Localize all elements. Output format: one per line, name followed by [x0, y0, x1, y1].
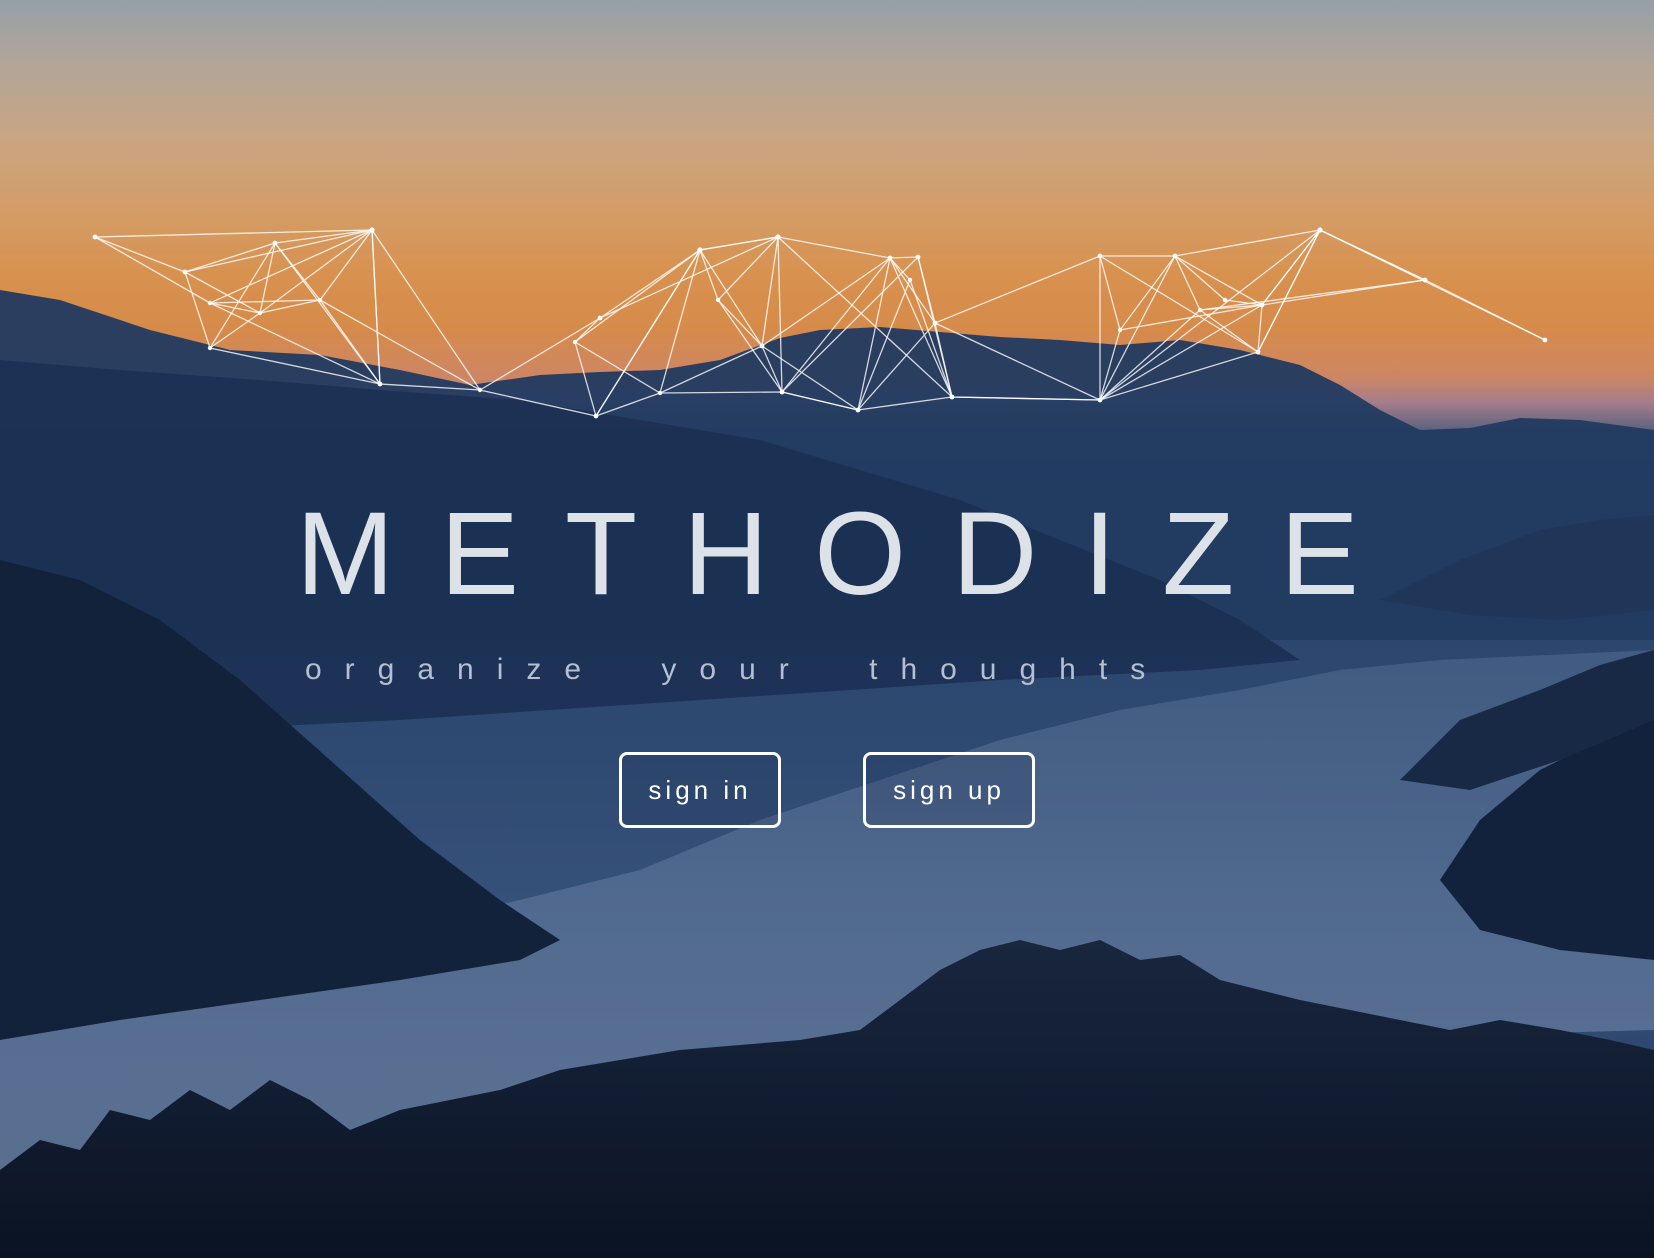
brand-tagline: organize your thoughts: [305, 653, 1169, 686]
landing-page: METHODIZE organize your thoughts sign in…: [0, 0, 1654, 1258]
network-graph-overlay: [92, 227, 1548, 419]
network-nodes: [92, 227, 1548, 419]
sign-in-button[interactable]: sign in: [619, 752, 781, 828]
network-lines: [94, 228, 1546, 418]
brand-title: METHODIZE: [296, 488, 1405, 620]
sign-up-button[interactable]: sign up: [863, 752, 1035, 828]
